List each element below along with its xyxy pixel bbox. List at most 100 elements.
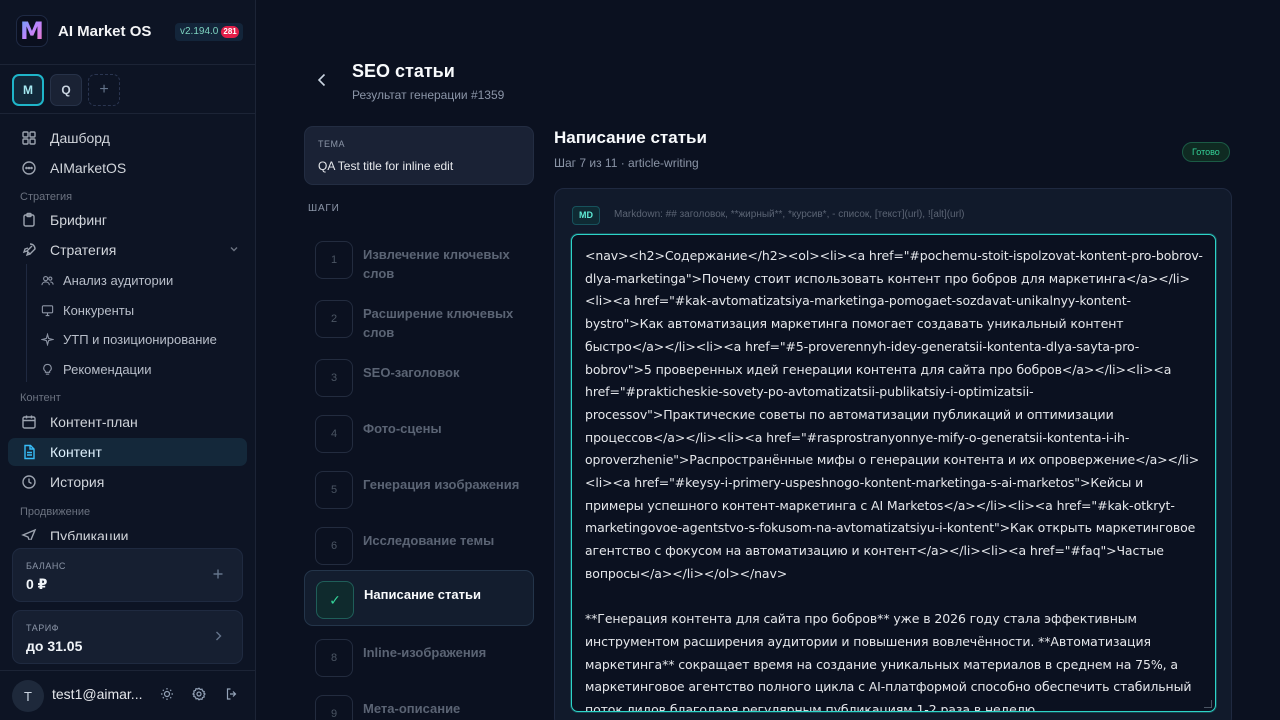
send-icon bbox=[20, 527, 38, 540]
calendar-icon bbox=[20, 413, 38, 431]
sidebar: M AI Market OS v2.194.0 281 M Q + Дашбор… bbox=[0, 0, 256, 720]
step-number: 9 bbox=[315, 695, 353, 720]
nav-item-audience[interactable]: Анализ аудитории bbox=[40, 267, 173, 293]
nav-item-strategy[interactable]: Стратегия bbox=[8, 236, 247, 264]
step-item[interactable]: 1 Извлечение ключевых слов bbox=[304, 231, 534, 287]
nav-item-recommendations[interactable]: Рекомендации bbox=[40, 356, 152, 382]
nav-item-usp[interactable]: УТП и позиционирование bbox=[40, 326, 217, 352]
step-label: SEO-заголовок bbox=[363, 365, 460, 380]
step-label: Inline-изображения bbox=[363, 645, 487, 660]
step-item[interactable]: 9 Мета-описание bbox=[304, 685, 534, 720]
add-workspace-button[interactable]: + bbox=[88, 74, 120, 106]
app-logo[interactable]: M bbox=[16, 15, 48, 47]
nav-label: Контент bbox=[50, 444, 102, 460]
tariff-value: до 31.05 bbox=[26, 638, 83, 654]
document-icon bbox=[20, 443, 38, 461]
step-number: 1 bbox=[315, 241, 353, 279]
topic-caption: ТЕМА bbox=[318, 139, 346, 149]
tariff-card[interactable]: ТАРИФ до 31.05 bbox=[12, 610, 243, 664]
step-label: Фото-сцены bbox=[363, 421, 442, 436]
step-item[interactable]: 8 Inline-изображения bbox=[304, 629, 534, 685]
workspace-q[interactable]: Q bbox=[50, 74, 82, 106]
subnav-guide bbox=[26, 264, 27, 382]
nav-item-content[interactable]: Контент bbox=[8, 438, 247, 466]
nav-label: Контент-план bbox=[50, 414, 138, 430]
step-item-active[interactable]: ✓ Написание статьи bbox=[304, 570, 534, 626]
step-label: Мета-описание bbox=[363, 701, 461, 716]
grid-icon bbox=[20, 129, 38, 147]
balance-value: 0 ₽ bbox=[26, 576, 48, 592]
chat-icon bbox=[20, 159, 38, 177]
nav-item-content-plan[interactable]: Контент-план bbox=[8, 408, 247, 436]
article-paragraph: **Генерация контента для сайта про бобро… bbox=[585, 611, 1196, 712]
brand-header: M AI Market OS v2.194.0 281 bbox=[0, 0, 256, 65]
section-subtitle: Шаг 7 из 11 · article-writing bbox=[554, 156, 699, 170]
avatar[interactable]: T bbox=[12, 680, 44, 712]
nav-label: УТП и позиционирование bbox=[63, 331, 217, 347]
markdown-hint: Markdown: ## заголовок, **жирный**, *кур… bbox=[614, 209, 965, 220]
check-icon: ✓ bbox=[316, 581, 354, 619]
nav-item-publications[interactable]: Публикации bbox=[8, 522, 247, 540]
nav-label: Стратегия bbox=[50, 242, 117, 258]
topic-card[interactable]: ТЕМА QA Test title for inline edit bbox=[304, 126, 534, 185]
clipboard-icon bbox=[20, 211, 38, 229]
step-item[interactable]: 5 Генерация изображения bbox=[304, 461, 534, 517]
user-bar: T test1@aimar... bbox=[0, 670, 256, 720]
nav-label: AIMarketOS bbox=[50, 160, 127, 176]
main-nav: Дашборд AIMarketOS Стратегия Брифинг Стр… bbox=[0, 114, 256, 540]
version-badge[interactable]: v2.194.0 281 bbox=[175, 23, 243, 41]
balance-card[interactable]: БАЛАНС 0 ₽ bbox=[12, 548, 243, 602]
page-title: SEO статьи bbox=[352, 61, 455, 81]
workspace-m[interactable]: M bbox=[12, 74, 44, 106]
nav-item-dashboard[interactable]: Дашборд bbox=[8, 124, 247, 152]
step-number: 3 bbox=[315, 359, 353, 397]
users-icon bbox=[40, 273, 54, 287]
step-item[interactable]: 6 Исследование темы bbox=[304, 517, 534, 573]
nav-label: Публикации bbox=[50, 528, 129, 540]
editor-panel: MD Markdown: ## заголовок, **жирный**, *… bbox=[554, 188, 1232, 720]
logout-icon[interactable] bbox=[224, 686, 240, 702]
user-email[interactable]: test1@aimar... bbox=[52, 686, 142, 702]
step-number: 5 bbox=[315, 471, 353, 509]
step-label: Генерация изображения bbox=[363, 477, 520, 492]
monitor-icon bbox=[40, 303, 54, 317]
tariff-caption: ТАРИФ bbox=[26, 623, 60, 633]
sparkle-icon bbox=[40, 332, 54, 346]
nav-label: Брифинг bbox=[50, 212, 107, 228]
chevron-right-icon[interactable] bbox=[212, 629, 224, 647]
topic-value: QA Test title for inline edit bbox=[318, 159, 454, 173]
plus-icon[interactable] bbox=[212, 567, 224, 585]
page-subtitle: Результат генерации #1359 bbox=[352, 88, 505, 102]
gear-icon[interactable] bbox=[191, 686, 207, 702]
workspace-switcher: M Q + bbox=[0, 65, 256, 114]
resize-handle[interactable] bbox=[1204, 700, 1212, 708]
sun-icon[interactable] bbox=[159, 686, 175, 702]
step-label: Написание статьи bbox=[364, 587, 481, 602]
article-textarea[interactable]: <nav><h2>Содержание</h2><ol><li><a href=… bbox=[571, 234, 1216, 712]
section-title: Написание статьи bbox=[554, 128, 707, 147]
step-item[interactable]: 2 Расширение ключевых слов bbox=[304, 290, 534, 346]
nav-item-aimarketos[interactable]: AIMarketOS bbox=[8, 154, 247, 182]
version-label: v2.194.0 bbox=[180, 26, 219, 37]
nav-label: История bbox=[50, 474, 105, 490]
chevron-down-icon[interactable] bbox=[229, 244, 239, 257]
step-label: Расширение ключевых слов bbox=[363, 306, 514, 340]
nav-label: Конкуренты bbox=[63, 302, 135, 318]
app-name: AI Market OS bbox=[58, 23, 152, 40]
status-badge: Готово bbox=[1182, 142, 1230, 162]
back-arrow-icon[interactable] bbox=[312, 70, 332, 90]
section-content: Контент bbox=[20, 392, 61, 404]
nav-item-competitors[interactable]: Конкуренты bbox=[40, 297, 134, 323]
step-item[interactable]: 4 Фото-сцены bbox=[304, 405, 534, 461]
clock-icon bbox=[20, 473, 38, 491]
step-number: 4 bbox=[315, 415, 353, 453]
step-item[interactable]: 3 SEO-заголовок bbox=[304, 349, 534, 405]
notification-count: 281 bbox=[221, 26, 239, 38]
step-number: 6 bbox=[315, 527, 353, 565]
nav-item-history[interactable]: История bbox=[8, 468, 247, 496]
steps-caption: ШАГИ bbox=[308, 203, 340, 214]
markdown-badge: MD bbox=[572, 206, 600, 225]
nav-label: Рекомендации bbox=[63, 361, 152, 377]
nav-item-briefing[interactable]: Брифинг bbox=[8, 206, 247, 234]
balance-caption: БАЛАНС bbox=[26, 561, 66, 571]
